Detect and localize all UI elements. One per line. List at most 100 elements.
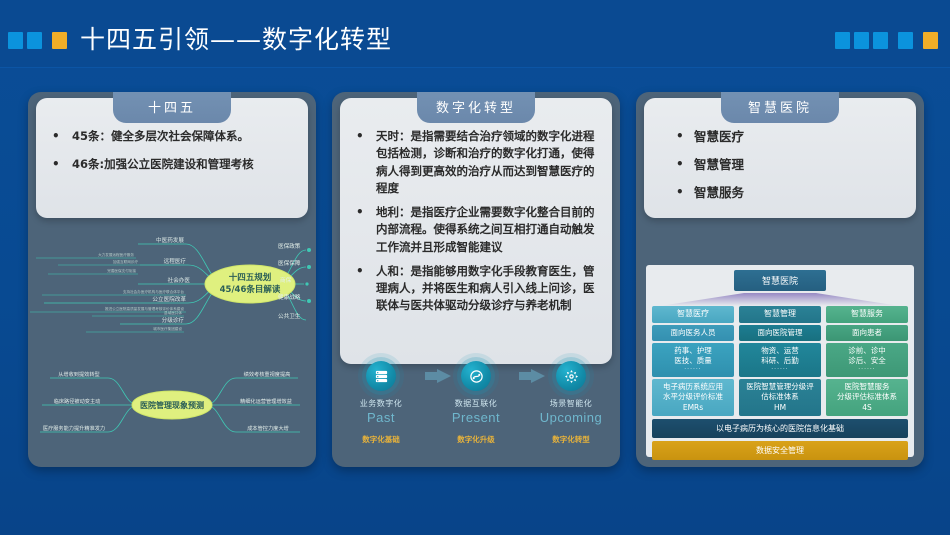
diagram-top-node: 智慧医院 <box>734 270 826 291</box>
column-detail: 物资、运营 科研、后勤 ······ <box>739 342 821 378</box>
mindmap-left-label: 社会办医 <box>168 276 191 284</box>
diagram-fan-connector <box>652 293 908 306</box>
mindmap-right-label: 健康战略 <box>278 293 301 301</box>
standard-line: 估标准体系 <box>761 392 799 402</box>
list-item: 智慧医疗 <box>654 127 908 147</box>
step-present[interactable]: 数据互联化 Present 数字化升级 <box>433 361 519 445</box>
detail-line: 诊后、安全 <box>848 356 886 366</box>
mindmap-center-line1: 十四五规划 <box>229 272 272 283</box>
standard-line: EMRs <box>682 402 704 412</box>
deco-square-blue <box>835 32 850 49</box>
detail-dots: ······ <box>684 366 702 374</box>
standard-line: 水平分级评价标准 <box>663 392 723 402</box>
deco-square-gold <box>923 32 938 49</box>
mindmap-right-label: 商保 <box>280 276 292 284</box>
bullet-list: 天时：是指需要结合治疗领域的数字化进程包括检测，诊断和治疗的数字化打通，使得病人… <box>350 127 604 315</box>
detail-line: 物资、运营 <box>761 345 799 355</box>
mindmap-bottom-left-label: 临床路径被动变主动 <box>54 397 101 405</box>
gear-star-icon <box>556 361 586 391</box>
deco-square-blue <box>27 32 42 49</box>
mindmap-center-line2: 45/46条目解读 <box>220 284 281 295</box>
step-past[interactable]: 业务数字化 Past 数字化基础 <box>338 361 424 445</box>
mindmap-bottom-right-label: 精细化运营管理增效益 <box>240 397 292 405</box>
list-item: 智慧服务 <box>654 183 908 203</box>
deco-square-blue <box>854 32 869 49</box>
page-title: 十四五引领——数字化转型 <box>80 25 393 54</box>
mindmap-left-child: 城市医疗集团建设 <box>153 326 182 331</box>
detail-dots: ······ <box>858 366 876 374</box>
mindmap-bottom-left-label: 医疗服务能力提升精准发力 <box>43 424 105 432</box>
deco-square-blue <box>898 32 913 49</box>
mindmap-right-label: 医保保障 <box>278 259 301 267</box>
card-tab-label: 数字化转型 <box>417 92 535 123</box>
column-standard: 医院智慧管理分级评 估标准体系 HM <box>739 379 821 416</box>
standard-line: 分级评估标准体系 <box>837 392 897 402</box>
step-label-en: Upcoming <box>539 410 603 425</box>
card-digital-transformation[interactable]: 数字化转型 天时：是指需要结合治疗领域的数字化进程包括检测，诊断和治疗的数字化打… <box>332 92 620 467</box>
card-tab-label: 智慧医院 <box>721 92 839 123</box>
mindmap-left-label: 分级诊疗 <box>162 316 185 324</box>
step-label-cn: 场景智能化 <box>549 399 593 408</box>
mindmap-bottom: 医院管理现象预测 从增收到提效转型 临床路径被动变主动 医疗服务能力提升精准发力… <box>28 360 316 450</box>
gear-star-icon-glyph <box>564 369 578 383</box>
diagram-column-management: 智慧管理 面向医院管理 物资、运营 科研、后勤 ······ 医院智慧管理分级评… <box>739 306 821 416</box>
column-standard: 医院智慧服务 分级评估标准体系 4S <box>826 379 908 416</box>
list-item: 46条:加强公立医院建设和管理考核 <box>46 155 300 173</box>
mindmap-left-child: 加强互联网诊疗 <box>113 259 139 264</box>
slide-header: 十四五引领——数字化转型 <box>0 0 950 68</box>
column-head: 智慧医疗 <box>652 306 734 323</box>
column-detail: 药事、护理 医技、质量 ······ <box>652 342 734 378</box>
mindmap-left-child: 完善医保支付衔接 <box>107 268 136 273</box>
column-sub: 面向患者 <box>826 324 908 341</box>
standard-line: 电子病历系统应用 <box>663 382 723 392</box>
column-head: 智慧管理 <box>739 306 821 323</box>
mindmap-top-svg: 十四五规划 45/46条目解读 中医药发展 远程医疗 社会办医 公立医院改革 分… <box>30 236 311 333</box>
step-label-cn: 数据互联化 <box>454 399 498 408</box>
deco-square-blue <box>873 32 888 49</box>
list-item: 天时：是指需要结合治疗领域的数字化进程包括检测，诊断和治疗的数字化打通，使得病人… <box>350 127 604 197</box>
card-smart-hospital[interactable]: 智慧医院 智慧医疗 智慧管理 智慧服务 智慧医院 <box>636 92 924 467</box>
step-tag: 数字化基础 <box>362 435 400 444</box>
column-sub: 面向医院管理 <box>739 324 821 341</box>
standard-line: 4S <box>862 402 872 412</box>
step-tag: 数字化转型 <box>552 435 590 444</box>
card-shisiwu[interactable]: 十四五 45条：健全多层次社会保障体系。 46条:加强公立医院建设和管理考核 <box>28 92 316 467</box>
list-item: 地利：是指医疗企业需要数字化整合目前的内部流程。使得系统之间互相打通自动触发工作… <box>350 203 604 256</box>
mindmap-left-child: 支持社会办医疗机构与医疗联合体平台 <box>123 289 184 294</box>
detail-dots: ······ <box>771 366 789 374</box>
mindmap-right-label: 公共卫生 <box>278 312 301 320</box>
step-label-en: Present <box>451 410 501 425</box>
list-item: 人和：是指能够用数字化手段教育医生，管理病人，并将医生和病人引入线上问诊，医联体… <box>350 262 604 315</box>
column-sub: 面向医务人员 <box>652 324 734 341</box>
standard-line: 医院智慧服务 <box>844 382 890 392</box>
mindmap-left-child: 县域医共体 <box>164 310 182 315</box>
mindmap-left-child: 大力发展远程医疗服务 <box>98 252 134 257</box>
deco-square-gold <box>52 32 67 49</box>
mindmap-left-label: 公立医院改革 <box>152 295 186 303</box>
server-icon <box>366 361 396 391</box>
cards-container: 十四五 45条：健全多层次社会保障体系。 46条:加强公立医院建设和管理考核 <box>28 92 924 472</box>
detail-line: 医技、质量 <box>674 356 712 366</box>
step-tag: 数字化升级 <box>457 435 495 444</box>
standard-line: HM <box>773 402 787 412</box>
fan-shape-icon <box>660 293 900 306</box>
deco-square-blue <box>8 32 23 49</box>
mindmap-bottom-right-label: 成本管控力度大增 <box>247 424 289 432</box>
step-upcoming[interactable]: 场景智能化 Upcoming 数字化转型 <box>528 361 614 445</box>
mindmap-right-label: 医保政策 <box>278 242 301 250</box>
mindmap-left-label: 中医药发展 <box>156 236 184 244</box>
detail-line: 诊前、诊中 <box>848 345 886 355</box>
mindmap-bottom-center-label: 医院管理现象预测 <box>140 400 204 410</box>
diagram-columns: 智慧医疗 面向医务人员 药事、护理 医技、质量 ······ 电子病历系统应用 … <box>652 306 908 416</box>
mindmap-bottom-right-label: 绩效考核重视度提高 <box>244 370 291 378</box>
card-body-digital: 天时：是指需要结合治疗领域的数字化进程包括检测，诊断和治疗的数字化打通，使得病人… <box>340 98 612 364</box>
diagram-base-layer: 以电子病历为核心的医院信息化基础 <box>652 418 908 438</box>
column-head: 智慧服务 <box>826 306 908 323</box>
standard-line: 医院智慧管理分级评 <box>746 382 814 392</box>
mindmap-bottom-svg: 医院管理现象预测 从增收到提效转型 临床路径被动变主动 医疗服务能力提升精准发力… <box>40 370 300 433</box>
bullet-list: 智慧医疗 智慧管理 智慧服务 <box>654 127 908 203</box>
maturity-steps: 业务数字化 Past 数字化基础 数据互联化 Present 数字化升级 场景智… <box>332 361 620 459</box>
slide: 十四五引领——数字化转型 十四五 45条：健全多层次社会保障体系。 46条:加强… <box>0 0 950 535</box>
diagram-column-medical: 智慧医疗 面向医务人员 药事、护理 医技、质量 ······ 电子病历系统应用 … <box>652 306 734 416</box>
detail-line: 药事、护理 <box>674 345 712 355</box>
